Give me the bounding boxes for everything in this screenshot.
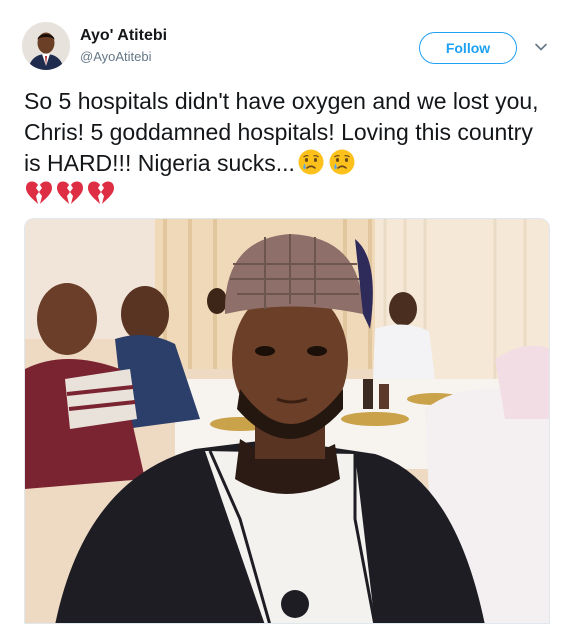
chevron-down-icon[interactable] xyxy=(534,40,548,54)
tweet-text: So 5 hospitals didn't have oxygen and we… xyxy=(24,86,544,210)
crying-face-icon xyxy=(329,149,355,175)
display-name[interactable]: Ayo' Atitebi xyxy=(80,26,167,46)
avatar-photo xyxy=(22,22,70,70)
user-handle[interactable]: @AyoAtitebi xyxy=(80,48,152,65)
tweet-card: Ayo' Atitebi @AyoAtitebi Follow So 5 hos… xyxy=(0,0,565,627)
broken-heart-icon xyxy=(57,181,83,204)
follow-button[interactable]: Follow xyxy=(419,32,517,64)
broken-heart-icon xyxy=(88,181,114,204)
tweet-photo[interactable] xyxy=(24,218,550,624)
broken-hearts-row xyxy=(24,179,544,210)
selfie-photo xyxy=(25,219,549,623)
crying-face-icon xyxy=(298,149,324,175)
avatar[interactable] xyxy=(22,22,70,70)
tweet-body: So 5 hospitals didn't have oxygen and we… xyxy=(24,88,539,176)
broken-heart-icon xyxy=(26,181,52,204)
